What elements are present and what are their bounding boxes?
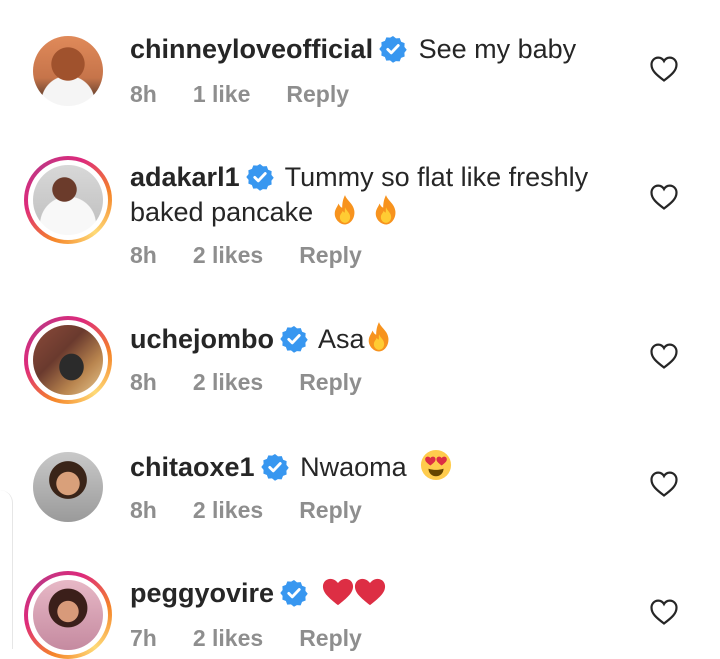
comment-text: chinneyloveofficial See my baby [130, 33, 630, 66]
likes-count[interactable]: 2 likes [193, 369, 263, 395]
username-link[interactable]: chitaoxe1 [130, 452, 255, 482]
comment-meta: 7h 2 likes Reply [130, 625, 398, 652]
verified-badge-icon [246, 163, 274, 191]
comment-text: uchejombo Asa [130, 321, 630, 356]
username-link[interactable]: uchejombo [130, 324, 274, 354]
likes-count[interactable]: 2 likes [193, 242, 263, 268]
heart-outline-icon[interactable] [650, 599, 678, 625]
username-link[interactable]: chinneyloveofficial [130, 34, 373, 64]
comment-time: 8h [130, 242, 157, 268]
fire-emoji [365, 321, 393, 353]
comment-text: chitaoxe1 Nwaoma [130, 449, 630, 484]
comment-time: 8h [130, 81, 157, 107]
red-heart-emoji [354, 577, 386, 607]
comment-body-line2: baked pancake [130, 197, 314, 227]
username-link[interactable]: adakarl1 [130, 162, 240, 192]
heart-outline-icon[interactable] [650, 343, 678, 369]
verified-badge-icon [280, 325, 308, 353]
comment-text: peggyovire [130, 577, 630, 610]
heart-outline-icon[interactable] [650, 184, 678, 210]
avatar[interactable] [24, 571, 112, 659]
red-heart-emoji [322, 577, 354, 607]
reply-button[interactable]: Reply [286, 81, 349, 107]
username-link[interactable]: peggyovire [130, 578, 274, 608]
heart-outline-icon[interactable] [650, 471, 678, 497]
comment-body: Asa [318, 324, 365, 354]
likes-count[interactable]: 2 likes [193, 625, 263, 651]
reply-button[interactable]: Reply [299, 369, 362, 395]
heart-outline-icon[interactable] [650, 56, 678, 82]
comment-time: 8h [130, 369, 157, 395]
comment-meta: 8h 2 likes Reply [130, 242, 398, 269]
comment-body: Tummy so flat like freshly [284, 162, 589, 192]
reply-button[interactable]: Reply [299, 242, 362, 268]
comment-meta: 8h 1 like Reply [130, 81, 385, 108]
fire-emoji [372, 194, 400, 226]
comment-text: adakarl1 Tummy so flat like freshly bake… [130, 161, 630, 229]
reply-button[interactable]: Reply [299, 625, 362, 651]
verified-badge-icon [280, 579, 308, 607]
panel-edge [0, 490, 13, 649]
fire-emoji [331, 194, 359, 226]
verified-badge-icon [379, 35, 407, 63]
avatar[interactable] [24, 156, 112, 244]
avatar[interactable] [24, 27, 112, 115]
comment-meta: 8h 2 likes Reply [130, 369, 398, 396]
comment-body: See my baby [418, 34, 577, 64]
comment-time: 8h [130, 497, 157, 523]
likes-count[interactable]: 1 like [193, 81, 251, 107]
avatar[interactable] [24, 443, 112, 531]
comment-time: 7h [130, 625, 157, 651]
heart-eyes-emoji [420, 449, 452, 481]
reply-button[interactable]: Reply [299, 497, 362, 523]
comment-meta: 8h 2 likes Reply [130, 497, 398, 524]
likes-count[interactable]: 2 likes [193, 497, 263, 523]
verified-badge-icon [261, 453, 289, 481]
avatar[interactable] [24, 316, 112, 404]
comment-body: Nwaoma [300, 452, 407, 482]
